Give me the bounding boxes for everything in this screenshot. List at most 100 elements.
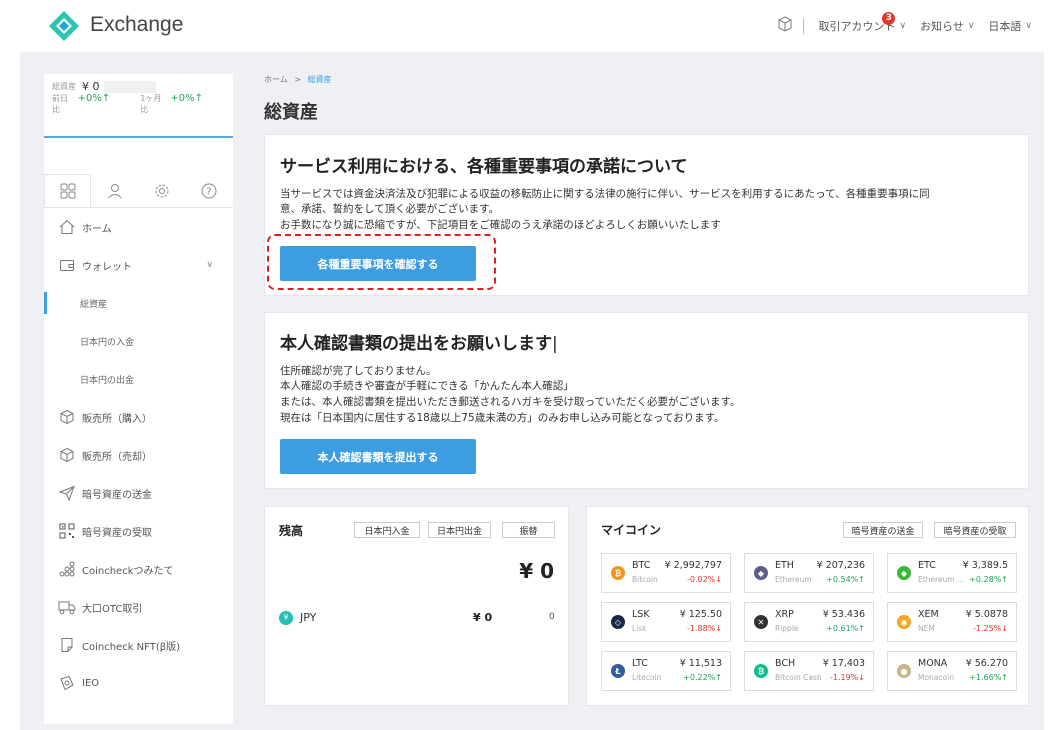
tab-settings[interactable] <box>138 174 185 207</box>
sidebar-item-receive[interactable]: 暗号資産の受取 <box>44 516 233 546</box>
coin-symbol: MONA <box>918 658 948 669</box>
month-change-label: 1ヶ月比 <box>140 94 162 114</box>
language-menu[interactable]: 日本語 ∨ <box>988 18 1032 34</box>
help-icon: ? <box>201 183 216 198</box>
chevron-down-icon: ∨ <box>1025 20 1032 31</box>
coin-name: Ethereum ... <box>918 575 964 584</box>
coin-symbol: ETH <box>775 560 794 571</box>
sidebar-item-send[interactable]: 暗号資産の送金 <box>44 478 233 508</box>
account-menu[interactable]: 取引アカウント 3 ∨ <box>818 11 907 34</box>
mycoin-card: マイコイン 暗号資産の送金 暗号資産の受取 ₿ BTC Bitcoin ¥ 2,992… <box>586 506 1029 706</box>
crypto-receive-button[interactable]: 暗号資産の受取 <box>934 522 1016 538</box>
sidebar-item-home[interactable]: ホーム <box>44 212 233 242</box>
truck-icon <box>58 598 76 616</box>
news-menu[interactable]: お知らせ ∨ <box>920 18 974 34</box>
home-icon <box>58 218 76 236</box>
confirm-terms-button[interactable]: 各種重要事項を確認する <box>280 246 476 281</box>
sidebar-item-label: 総資産 <box>80 299 108 310</box>
jpy-withdraw-button[interactable]: 日本円出金 <box>428 522 491 538</box>
coin-price: ¥ 53.436 <box>822 609 865 620</box>
coin-symbol: BTC <box>632 560 651 571</box>
coin-tile-mona[interactable]: ● MONA Monacoin ¥ 56.270 +1.66%↑ <box>887 651 1017 691</box>
sidebar-item-jpy-deposit[interactable]: 日本円の入金 <box>44 326 233 356</box>
sidebar: 総資産 ¥ 0 前日比 +0%↑ 1ヶ月比 +0%↑ ? ホーム ウォレット ∨… <box>44 74 233 724</box>
consent-text-line2: 意、承諾、誓約をして頂く必要がございます。 <box>280 203 500 215</box>
coin-tile-eth[interactable]: ◆ ETH Ethereum ¥ 207,236 +0.54%↑ <box>744 553 874 593</box>
breadcrumb-home[interactable]: ホーム <box>264 75 288 84</box>
day-change-value: +0%↑ <box>77 93 111 104</box>
sidebar-item-label: 大口OTC取引 <box>82 603 143 615</box>
sidebar-item-tsumitate[interactable]: Coincheckつみたて <box>44 554 233 584</box>
sidebar-item-nft[interactable]: Coincheck NFT(β版) <box>44 630 233 660</box>
coin-change: -1.25%↓ <box>972 624 1008 633</box>
submit-id-button[interactable]: 本人確認書類を提出する <box>280 439 476 474</box>
notification-badge: 3 <box>882 11 896 25</box>
transfer-button[interactable]: 振替 <box>502 522 555 538</box>
svg-text:?: ? <box>206 186 211 197</box>
ieo-icon <box>58 674 76 692</box>
nft-icon <box>58 636 76 654</box>
cube-icon[interactable] <box>777 16 793 35</box>
coin-name: NEM <box>918 624 935 633</box>
sidebar-item-label: IEO <box>82 677 100 689</box>
coin-tile-ltc[interactable]: Ł LTC Litecoin ¥ 11,513 +0.22%↑ <box>601 651 731 691</box>
bch-coin-icon: ₿ <box>754 664 768 678</box>
sidebar-item-jpy-withdraw[interactable]: 日本円の出金 <box>44 364 233 394</box>
balance-card: 残高 日本円入金 日本円出金 振替 ¥ 0 ¥ JPY ¥ 0 0 <box>264 506 569 706</box>
coin-tile-bch[interactable]: ₿ BCH Bitcoin Cash ¥ 17,403 -1.19%↓ <box>744 651 874 691</box>
coin-symbol: LTC <box>632 658 648 669</box>
coin-tile-xrp[interactable]: ✕ XRP Ripple ¥ 53.436 +0.61%↑ <box>744 602 874 642</box>
sidebar-tabs: ? <box>44 174 233 208</box>
coin-change: -0.02%↓ <box>686 575 722 584</box>
coin-tile-xem[interactable]: ◉ XEM NEM ¥ 5.0878 -1.25%↓ <box>887 602 1017 642</box>
consent-card: サービス利用における、各種重要事項の承諾について 当サービスでは資金決済法及び犯… <box>264 134 1029 296</box>
sidebar-item-buy[interactable]: 販売所（購入） <box>44 402 233 432</box>
coin-symbol: BCH <box>775 658 796 669</box>
sidebar-item-sell[interactable]: 販売所（売却） <box>44 440 233 470</box>
coin-name: Monacoin <box>918 673 954 682</box>
identity-text-line3: または、本人確認書類を提出いただき郵送されるハガキを受け取っていただく必要がござ… <box>280 396 741 408</box>
coin-name: Bitcoin <box>632 575 658 584</box>
sidebar-item-label: Coincheckつみたて <box>82 565 174 577</box>
divider <box>803 17 805 34</box>
coin-symbol: ETC <box>918 560 936 571</box>
identity-title: 本人確認書類の提出をお願いします| <box>280 334 558 354</box>
logo-icon[interactable] <box>48 10 80 42</box>
yen-coin-icon: ¥ <box>279 611 293 625</box>
coin-name: Litecoin <box>632 673 662 682</box>
brand-name[interactable]: Exchange <box>90 13 183 37</box>
coin-name: Ripple <box>775 624 799 633</box>
breadcrumb-separator: > <box>294 75 302 84</box>
sidebar-item-total-assets[interactable]: 総資産 <box>44 288 233 318</box>
tab-account[interactable] <box>91 174 138 207</box>
sidebar-item-ieo[interactable]: IEO <box>44 668 233 698</box>
consent-text-line1: 当サービスでは資金決済法及び犯罪による収益の移転防止に関する法律の施行に伴い、サ… <box>280 188 930 200</box>
coin-tile-etc[interactable]: ◆ ETC Ethereum ... ¥ 3,389.5 +0.28%↑ <box>887 553 1017 593</box>
news-label: お知らせ <box>920 19 964 33</box>
ltc-coin-icon: Ł <box>611 664 625 678</box>
coin-price: ¥ 17,403 <box>822 658 865 669</box>
coin-price: ¥ 5.0878 <box>965 609 1008 620</box>
asset-summary: 総資産 ¥ 0 前日比 +0%↑ 1ヶ月比 +0%↑ <box>44 74 233 138</box>
language-label: 日本語 <box>988 19 1022 33</box>
balance-total: ¥ 0 <box>519 559 554 583</box>
user-icon <box>107 183 122 198</box>
crypto-send-button[interactable]: 暗号資産の送金 <box>843 522 923 538</box>
coin-tile-btc[interactable]: ₿ BTC Bitcoin ¥ 2,992,797 -0.02%↓ <box>601 553 731 593</box>
grid-icon <box>60 183 75 198</box>
sidebar-item-label: 販売所（購入） <box>82 413 152 425</box>
currency-label: JPY <box>300 611 317 624</box>
jpy-deposit-button[interactable]: 日本円入金 <box>354 522 420 538</box>
tab-help[interactable]: ? <box>185 174 232 207</box>
coin-tile-lsk[interactable]: ◇ LSK Lisk ¥ 125.50 -1.88%↓ <box>601 602 731 642</box>
balance-title: 残高 <box>279 524 304 538</box>
coin-price: ¥ 2,992,797 <box>664 560 722 571</box>
coin-change: -1.19%↓ <box>829 673 865 682</box>
chevron-down-icon: ∨ <box>899 20 907 31</box>
identity-card: 本人確認書類の提出をお願いします| 住所確認が完了しておりません。 本人確認の手… <box>264 312 1029 489</box>
sidebar-item-wallet[interactable]: ウォレット ∨ <box>44 250 233 280</box>
sidebar-item-otc[interactable]: 大口OTC取引 <box>44 592 233 622</box>
sidebar-item-label: 暗号資産の受取 <box>82 527 152 539</box>
coins-icon <box>58 560 76 578</box>
tab-dashboard[interactable] <box>44 174 91 207</box>
